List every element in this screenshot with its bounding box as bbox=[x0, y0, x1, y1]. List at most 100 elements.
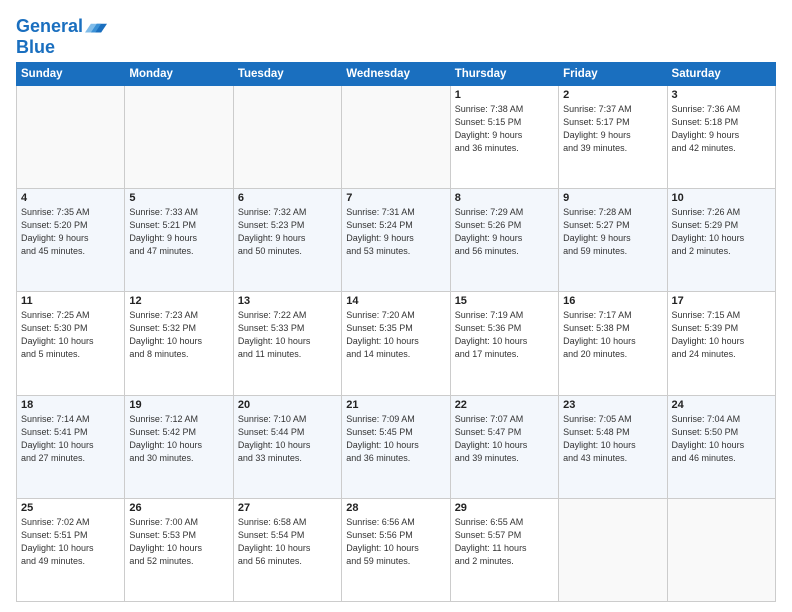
calendar-cell bbox=[233, 85, 341, 188]
calendar-header-row: SundayMondayTuesdayWednesdayThursdayFrid… bbox=[17, 62, 776, 85]
day-info: Sunrise: 7:19 AM Sunset: 5:36 PM Dayligh… bbox=[455, 309, 554, 361]
day-info: Sunrise: 7:20 AM Sunset: 5:35 PM Dayligh… bbox=[346, 309, 445, 361]
logo: General Blue bbox=[16, 16, 107, 58]
day-info: Sunrise: 7:05 AM Sunset: 5:48 PM Dayligh… bbox=[563, 413, 662, 465]
day-number: 14 bbox=[346, 295, 445, 307]
day-info: Sunrise: 7:17 AM Sunset: 5:38 PM Dayligh… bbox=[563, 309, 662, 361]
calendar-week-4: 18Sunrise: 7:14 AM Sunset: 5:41 PM Dayli… bbox=[17, 395, 776, 498]
day-number: 27 bbox=[238, 502, 337, 514]
day-info: Sunrise: 6:55 AM Sunset: 5:57 PM Dayligh… bbox=[455, 516, 554, 568]
day-info: Sunrise: 7:35 AM Sunset: 5:20 PM Dayligh… bbox=[21, 206, 120, 258]
day-info: Sunrise: 7:10 AM Sunset: 5:44 PM Dayligh… bbox=[238, 413, 337, 465]
calendar-cell: 8 Sunrise: 7:29 AM Sunset: 5:26 PM Daylig… bbox=[450, 189, 558, 292]
calendar-cell: 21 Sunrise: 7:09 AM Sunset: 5:45 PM Dayli… bbox=[342, 395, 450, 498]
calendar-cell: 15 Sunrise: 7:19 AM Sunset: 5:36 PM Dayli… bbox=[450, 292, 558, 395]
day-number: 21 bbox=[346, 399, 445, 411]
calendar-cell: 2 Sunrise: 7:37 AM Sunset: 5:17 PM Daylig… bbox=[559, 85, 667, 188]
day-info: Sunrise: 7:26 AM Sunset: 5:29 PM Dayligh… bbox=[672, 206, 771, 258]
day-number: 1 bbox=[455, 89, 554, 101]
calendar-cell: 14 Sunrise: 7:20 AM Sunset: 5:35 PM Dayli… bbox=[342, 292, 450, 395]
col-header-wednesday: Wednesday bbox=[342, 62, 450, 85]
day-number: 2 bbox=[563, 89, 662, 101]
page: General Blue SundayMondayTuesdayWednesda… bbox=[0, 0, 792, 612]
calendar-cell: 19Sunrise: 7:12 AM Sunset: 5:42 PM Dayli… bbox=[125, 395, 233, 498]
day-number: 29 bbox=[455, 502, 554, 514]
col-header-tuesday: Tuesday bbox=[233, 62, 341, 85]
calendar-cell: 1 Sunrise: 7:38 AM Sunset: 5:15 PM Daylig… bbox=[450, 85, 558, 188]
calendar-cell: 29 Sunrise: 6:55 AM Sunset: 5:57 PM Dayli… bbox=[450, 498, 558, 601]
day-info: Sunrise: 7:00 AM Sunset: 5:53 PM Dayligh… bbox=[129, 516, 228, 568]
calendar-cell: 22 Sunrise: 7:07 AM Sunset: 5:47 PM Dayli… bbox=[450, 395, 558, 498]
calendar-cell: 12 Sunrise: 7:23 AM Sunset: 5:32 PM Dayli… bbox=[125, 292, 233, 395]
calendar-cell: 20 Sunrise: 7:10 AM Sunset: 5:44 PM Dayli… bbox=[233, 395, 341, 498]
logo-text: General bbox=[16, 17, 83, 37]
calendar-cell bbox=[342, 85, 450, 188]
logo-icon bbox=[85, 16, 107, 38]
day-info: Sunrise: 7:36 AM Sunset: 5:18 PM Dayligh… bbox=[672, 103, 771, 155]
day-number: 26 bbox=[129, 502, 228, 514]
day-number: 24 bbox=[672, 399, 771, 411]
day-info: Sunrise: 7:28 AM Sunset: 5:27 PM Dayligh… bbox=[563, 206, 662, 258]
calendar-cell: 5Sunrise: 7:33 AM Sunset: 5:21 PM Daylig… bbox=[125, 189, 233, 292]
day-number: 6 bbox=[238, 192, 337, 204]
calendar-cell: 7 Sunrise: 7:31 AM Sunset: 5:24 PM Daylig… bbox=[342, 189, 450, 292]
day-number: 5 bbox=[129, 192, 228, 204]
day-info: Sunrise: 7:31 AM Sunset: 5:24 PM Dayligh… bbox=[346, 206, 445, 258]
calendar-cell: 26 Sunrise: 7:00 AM Sunset: 5:53 PM Dayli… bbox=[125, 498, 233, 601]
day-info: Sunrise: 7:15 AM Sunset: 5:39 PM Dayligh… bbox=[672, 309, 771, 361]
calendar-week-5: 25 Sunrise: 7:02 AM Sunset: 5:51 PM Dayli… bbox=[17, 498, 776, 601]
col-header-friday: Friday bbox=[559, 62, 667, 85]
day-number: 4 bbox=[21, 192, 120, 204]
day-info: Sunrise: 6:58 AM Sunset: 5:54 PM Dayligh… bbox=[238, 516, 337, 568]
day-number: 17 bbox=[672, 295, 771, 307]
day-info: Sunrise: 7:23 AM Sunset: 5:32 PM Dayligh… bbox=[129, 309, 228, 361]
calendar: SundayMondayTuesdayWednesdayThursdayFrid… bbox=[16, 62, 776, 602]
calendar-cell bbox=[125, 85, 233, 188]
calendar-cell: 3 Sunrise: 7:36 AM Sunset: 5:18 PM Daylig… bbox=[667, 85, 775, 188]
day-number: 3 bbox=[672, 89, 771, 101]
header: General Blue bbox=[16, 12, 776, 58]
calendar-cell: 25 Sunrise: 7:02 AM Sunset: 5:51 PM Dayli… bbox=[17, 498, 125, 601]
calendar-cell: 17 Sunrise: 7:15 AM Sunset: 5:39 PM Dayli… bbox=[667, 292, 775, 395]
day-info: Sunrise: 7:14 AM Sunset: 5:41 PM Dayligh… bbox=[21, 413, 120, 465]
day-number: 7 bbox=[346, 192, 445, 204]
day-info: Sunrise: 7:04 AM Sunset: 5:50 PM Dayligh… bbox=[672, 413, 771, 465]
day-info: Sunrise: 7:38 AM Sunset: 5:15 PM Dayligh… bbox=[455, 103, 554, 155]
calendar-cell: 13Sunrise: 7:22 AM Sunset: 5:33 PM Dayli… bbox=[233, 292, 341, 395]
calendar-cell bbox=[667, 498, 775, 601]
calendar-cell bbox=[559, 498, 667, 601]
day-info: Sunrise: 7:25 AM Sunset: 5:30 PM Dayligh… bbox=[21, 309, 120, 361]
day-number: 22 bbox=[455, 399, 554, 411]
day-number: 16 bbox=[563, 295, 662, 307]
logo-blue: Blue bbox=[16, 38, 107, 58]
col-header-thursday: Thursday bbox=[450, 62, 558, 85]
day-info: Sunrise: 7:29 AM Sunset: 5:26 PM Dayligh… bbox=[455, 206, 554, 258]
day-number: 15 bbox=[455, 295, 554, 307]
day-info: Sunrise: 7:32 AM Sunset: 5:23 PM Dayligh… bbox=[238, 206, 337, 258]
day-number: 8 bbox=[455, 192, 554, 204]
day-info: Sunrise: 7:09 AM Sunset: 5:45 PM Dayligh… bbox=[346, 413, 445, 465]
day-number: 11 bbox=[21, 295, 120, 307]
calendar-cell: 24 Sunrise: 7:04 AM Sunset: 5:50 PM Dayli… bbox=[667, 395, 775, 498]
day-number: 25 bbox=[21, 502, 120, 514]
day-number: 19 bbox=[129, 399, 228, 411]
calendar-cell: 18Sunrise: 7:14 AM Sunset: 5:41 PM Dayli… bbox=[17, 395, 125, 498]
col-header-monday: Monday bbox=[125, 62, 233, 85]
day-number: 28 bbox=[346, 502, 445, 514]
calendar-week-1: 1 Sunrise: 7:38 AM Sunset: 5:15 PM Daylig… bbox=[17, 85, 776, 188]
day-number: 13 bbox=[238, 295, 337, 307]
calendar-cell: 6 Sunrise: 7:32 AM Sunset: 5:23 PM Daylig… bbox=[233, 189, 341, 292]
day-info: Sunrise: 7:37 AM Sunset: 5:17 PM Dayligh… bbox=[563, 103, 662, 155]
calendar-cell: 28Sunrise: 6:56 AM Sunset: 5:56 PM Dayli… bbox=[342, 498, 450, 601]
day-number: 12 bbox=[129, 295, 228, 307]
calendar-cell: 9Sunrise: 7:28 AM Sunset: 5:27 PM Daylig… bbox=[559, 189, 667, 292]
day-info: Sunrise: 7:02 AM Sunset: 5:51 PM Dayligh… bbox=[21, 516, 120, 568]
calendar-cell: 23Sunrise: 7:05 AM Sunset: 5:48 PM Dayli… bbox=[559, 395, 667, 498]
day-info: Sunrise: 7:07 AM Sunset: 5:47 PM Dayligh… bbox=[455, 413, 554, 465]
calendar-cell: 11 Sunrise: 7:25 AM Sunset: 5:30 PM Dayli… bbox=[17, 292, 125, 395]
day-number: 20 bbox=[238, 399, 337, 411]
col-header-saturday: Saturday bbox=[667, 62, 775, 85]
calendar-cell bbox=[17, 85, 125, 188]
col-header-sunday: Sunday bbox=[17, 62, 125, 85]
day-number: 10 bbox=[672, 192, 771, 204]
